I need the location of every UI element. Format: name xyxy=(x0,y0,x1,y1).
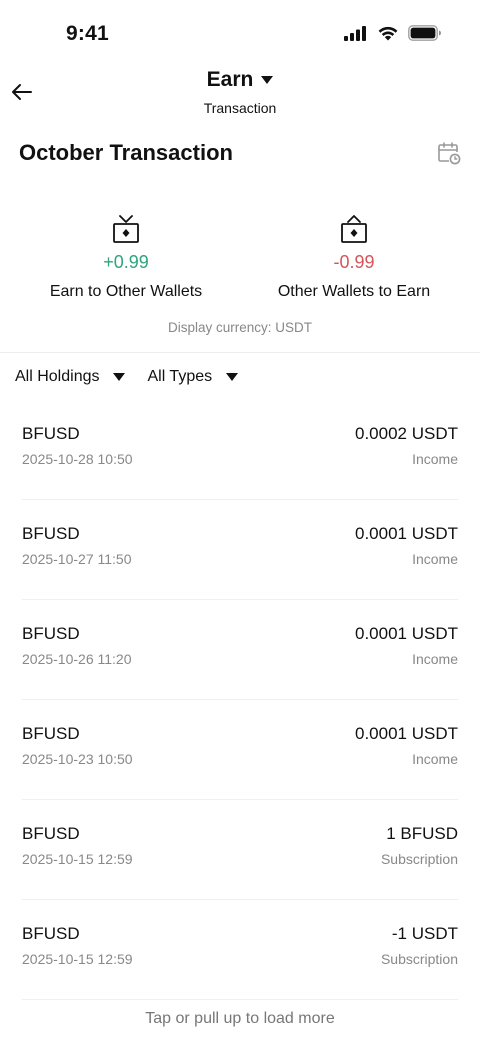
tx-date: 2025-10-15 12:59 xyxy=(22,851,133,867)
tx-type: Subscription xyxy=(380,951,458,967)
transaction-row[interactable]: BFUSD 2025-10-23 10:50 0.0001 USDT Incom… xyxy=(22,700,458,800)
tx-date: 2025-10-27 11:50 xyxy=(22,551,132,567)
display-currency-note: Display currency: USDT xyxy=(167,320,313,335)
transaction-row[interactable]: BFUSD 2025-10-26 11:20 0.0001 USDT Incom… xyxy=(22,600,458,700)
status-time: 9:41 xyxy=(66,22,109,45)
caret-down-icon xyxy=(226,373,239,381)
earn-to-other-value: +0.99 xyxy=(103,252,149,272)
transaction-list: BFUSD 2025-10-28 10:50 0.0002 USDT Incom… xyxy=(22,400,458,1000)
caret-down-icon xyxy=(113,373,126,381)
tx-asset: BFUSD xyxy=(22,924,80,943)
other-to-earn-label: Other Wallets to Earn xyxy=(277,283,431,300)
tx-amount: 0.0001 USDT xyxy=(355,724,458,743)
earn-to-other-summary: +0.99 Earn to Other Wallets xyxy=(6,214,246,301)
tx-amount: 0.0002 USDT xyxy=(355,424,458,443)
transfer-out-icon xyxy=(113,215,139,243)
transaction-row[interactable]: BFUSD 2025-10-15 12:59 1 BFUSD Subscript… xyxy=(22,800,458,900)
transfer-in-icon xyxy=(341,215,367,243)
transaction-row[interactable]: BFUSD 2025-10-15 12:59 -1 USDT Subscript… xyxy=(22,900,458,1000)
cellular-signal-icon xyxy=(344,26,366,41)
tx-amount: 0.0001 USDT xyxy=(355,524,458,543)
tx-amount: 1 BFUSD xyxy=(386,824,458,843)
tx-amount: 0.0001 USDT xyxy=(355,624,458,643)
holdings-filter[interactable]: All Holdings xyxy=(15,368,126,386)
wifi-icon xyxy=(378,26,398,41)
tx-type: Income xyxy=(412,551,458,567)
earn-dropdown[interactable]: Earn xyxy=(207,68,274,92)
calendar-clock-icon xyxy=(438,142,461,165)
other-to-earn-value: -0.99 xyxy=(333,252,375,272)
status-bar: 9:41 xyxy=(0,0,480,70)
tx-asset: BFUSD xyxy=(22,424,80,443)
tx-type: Subscription xyxy=(380,851,458,867)
nav-header: Earn Transaction xyxy=(0,64,480,124)
page-subtitle: Transaction xyxy=(203,100,277,116)
tx-type: Income xyxy=(412,751,458,767)
types-filter-label: All Types xyxy=(147,368,213,385)
transaction-row[interactable]: BFUSD 2025-10-27 11:50 0.0001 USDT Incom… xyxy=(22,500,458,600)
tx-type: Income xyxy=(412,651,458,667)
other-to-earn-summary: -0.99 Other Wallets to Earn xyxy=(234,214,474,301)
month-title: October Transaction xyxy=(19,140,233,165)
filter-bar: All Holdings All Types xyxy=(15,368,239,386)
divider xyxy=(0,352,480,353)
types-filter[interactable]: All Types xyxy=(147,368,239,386)
holdings-filter-label: All Holdings xyxy=(15,368,100,385)
tx-type: Income xyxy=(412,451,458,467)
tx-asset: BFUSD xyxy=(22,724,80,743)
tx-date: 2025-10-28 10:50 xyxy=(22,451,133,467)
earn-to-other-label: Earn to Other Wallets xyxy=(49,283,203,300)
transaction-row[interactable]: BFUSD 2025-10-28 10:50 0.0002 USDT Incom… xyxy=(22,400,458,500)
caret-down-icon xyxy=(261,76,274,84)
tx-date: 2025-10-15 12:59 xyxy=(22,951,133,967)
tx-date: 2025-10-23 10:50 xyxy=(22,751,133,767)
calendar-button[interactable] xyxy=(437,141,461,165)
tx-asset: BFUSD xyxy=(22,624,80,643)
nav-title-wrap: Earn Transaction xyxy=(0,68,480,116)
tx-date: 2025-10-26 11:20 xyxy=(22,651,132,667)
load-more-link[interactable]: Tap or pull up to load more xyxy=(0,1010,480,1028)
status-icons xyxy=(344,25,442,41)
page-title: Earn xyxy=(206,68,254,91)
battery-icon xyxy=(408,25,441,41)
tx-amount: -1 USDT xyxy=(391,924,458,943)
tx-asset: BFUSD xyxy=(22,824,80,843)
tx-asset: BFUSD xyxy=(22,524,80,543)
